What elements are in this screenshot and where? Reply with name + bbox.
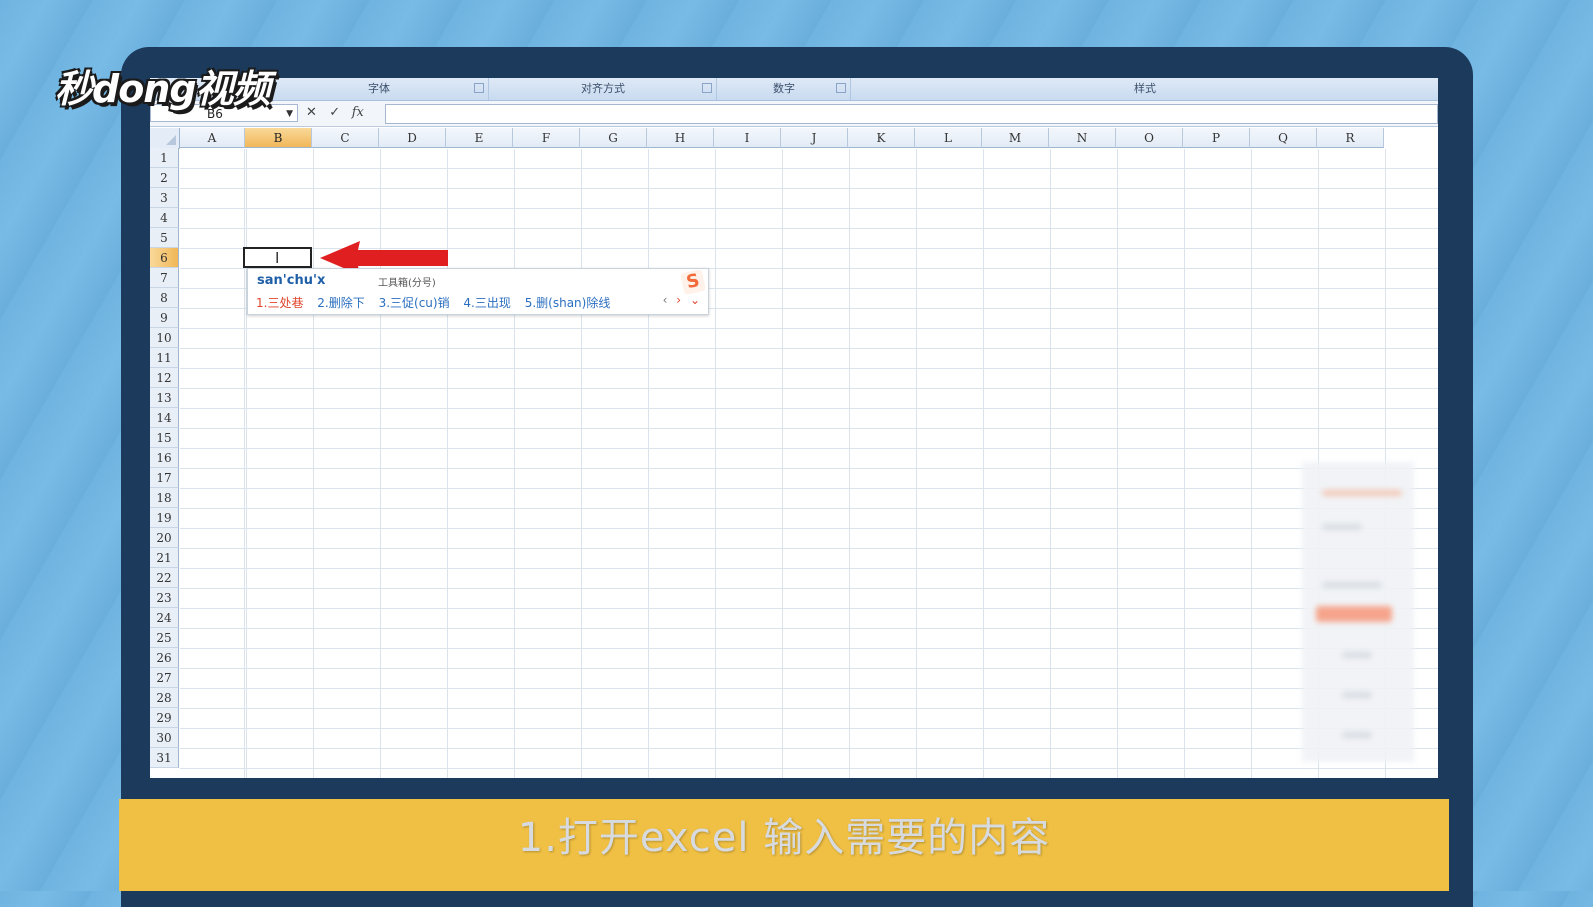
ribbon-group-label: 样式 (1134, 82, 1156, 95)
ime-composition: san'chu'x (257, 273, 326, 288)
row-header-9[interactable]: 9 (150, 308, 179, 328)
chevron-down-icon[interactable]: ▼ (286, 105, 293, 123)
column-header-f[interactable]: F (513, 128, 580, 148)
cancel-icon[interactable]: ✕ (302, 104, 321, 122)
ime-toolbox-link[interactable]: 工具箱(分号) (378, 274, 436, 289)
row-header-1[interactable]: 1 (150, 148, 179, 168)
dialog-launcher-icon[interactable] (702, 83, 712, 93)
row-header-10[interactable]: 10 (150, 328, 179, 348)
row-header-12[interactable]: 12 (150, 368, 179, 388)
chevron-right-icon[interactable]: › (676, 293, 681, 307)
ribbon-group-label: 数字 (773, 82, 795, 95)
ime-candidate-list: 1.三处巷 2.删除下 3.三促(cu)销 4.三出现 5.删(shan)除线 (256, 294, 620, 311)
formula-bar: B6 ▼ ✕ ✓ fx (150, 101, 1438, 127)
row-header-29[interactable]: 29 (150, 708, 179, 728)
check-icon[interactable]: ✓ (325, 104, 344, 122)
row-header-11[interactable]: 11 (150, 348, 179, 368)
row-header-13[interactable]: 13 (150, 388, 179, 408)
row-header-30[interactable]: 30 (150, 728, 179, 748)
column-header-r[interactable]: R (1317, 128, 1384, 148)
text-cursor-icon: I (275, 249, 280, 267)
column-header-g[interactable]: G (580, 128, 647, 148)
row-header-16[interactable]: 16 (150, 448, 179, 468)
blurred-side-panel (1302, 462, 1414, 762)
dialog-launcher-icon[interactable] (836, 83, 846, 93)
ime-candidate[interactable]: 5.删(shan)除线 (525, 294, 611, 311)
row-header-2[interactable]: 2 (150, 168, 179, 188)
row-header-6[interactable]: 6 (150, 248, 179, 268)
caption-text: 1.打开excel 输入需要的内容 (517, 815, 1051, 861)
excel-window: 字体 对齐方式 数字 样式 B6 ▼ ✕ ✓ fx ABCDEFGHIJKLMN… (150, 78, 1438, 778)
row-header-20[interactable]: 20 (150, 528, 179, 548)
ribbon-group-number[interactable]: 数字 (718, 78, 851, 100)
column-a-cells[interactable] (180, 149, 245, 778)
ribbon-group-font[interactable]: 字体 (270, 78, 489, 100)
row-header-5[interactable]: 5 (150, 228, 179, 248)
row-header-22[interactable]: 22 (150, 568, 179, 588)
column-header-h[interactable]: H (647, 128, 714, 148)
row-header-18[interactable]: 18 (150, 488, 179, 508)
ribbon-group-label: 字体 (368, 82, 390, 95)
column-header-c[interactable]: C (312, 128, 379, 148)
watermark-logo: 秒dong视频 (55, 67, 271, 111)
ime-candidate-window: san'chu'x 工具箱(分号) S 1.三处巷 2.删除下 3.三促(cu)… (247, 268, 709, 315)
row-header-24[interactable]: 24 (150, 608, 179, 628)
column-header-d[interactable]: D (379, 128, 446, 148)
row-header-4[interactable]: 4 (150, 208, 179, 228)
worksheet-grid: ABCDEFGHIJKLMNOPQR 1 2 3 4 5 6 7 8 9 10 11 12 13 14 15… (150, 128, 1438, 778)
column-header-j[interactable]: J (781, 128, 848, 148)
ribbon-group-bar: 字体 对齐方式 数字 样式 (150, 78, 1438, 101)
ribbon-group-alignment[interactable]: 对齐方式 (490, 78, 717, 100)
column-header-i[interactable]: I (714, 128, 781, 148)
row-header-25[interactable]: 25 (150, 628, 179, 648)
insert-function-icon[interactable]: fx (348, 104, 367, 122)
chevron-left-icon[interactable]: ‹ (663, 293, 668, 307)
row-header-31[interactable]: 31 (150, 748, 179, 768)
column-header-e[interactable]: E (446, 128, 513, 148)
row-header-14[interactable]: 14 (150, 408, 179, 428)
dialog-launcher-icon[interactable] (474, 83, 484, 93)
row-header-26[interactable]: 26 (150, 648, 179, 668)
caption-bar: 1.打开excel 输入需要的内容 (119, 799, 1449, 891)
chevron-down-icon[interactable]: ⌄ (690, 293, 700, 307)
row-header-28[interactable]: 28 (150, 688, 179, 708)
row-header-21[interactable]: 21 (150, 548, 179, 568)
column-header-n[interactable]: N (1049, 128, 1116, 148)
column-header-q[interactable]: Q (1250, 128, 1317, 148)
active-cell-b6[interactable]: I (243, 247, 312, 268)
ime-page-nav: ‹ › ⌄ (658, 293, 700, 307)
row-header-17[interactable]: 17 (150, 468, 179, 488)
row-header-7[interactable]: 7 (150, 268, 179, 288)
row-header-8[interactable]: 8 (150, 288, 179, 308)
column-header-k[interactable]: K (848, 128, 915, 148)
column-header-m[interactable]: M (982, 128, 1049, 148)
column-header-l[interactable]: L (915, 128, 982, 148)
column-header-o[interactable]: O (1116, 128, 1183, 148)
select-all-button[interactable] (150, 128, 180, 149)
row-header-23[interactable]: 23 (150, 588, 179, 608)
row-header-3[interactable]: 3 (150, 188, 179, 208)
ime-candidate[interactable]: 4.三出现 (463, 294, 510, 311)
column-header-a[interactable]: A (180, 128, 245, 148)
sogou-logo-icon: S (679, 268, 707, 296)
row-header-15[interactable]: 15 (150, 428, 179, 448)
ribbon-group-styles[interactable]: 样式 (852, 78, 1438, 100)
row-header-19[interactable]: 19 (150, 508, 179, 528)
ime-candidate[interactable]: 2.删除下 (317, 294, 364, 311)
row-header-27[interactable]: 27 (150, 668, 179, 688)
column-header-p[interactable]: P (1183, 128, 1250, 148)
ime-candidate[interactable]: 3.三促(cu)销 (379, 294, 450, 311)
formula-buttons: ✕ ✓ fx (302, 104, 382, 122)
column-header-b[interactable]: B (245, 128, 312, 148)
ribbon-group-label: 对齐方式 (581, 82, 625, 95)
ime-candidate[interactable]: 1.三处巷 (256, 294, 303, 311)
formula-input[interactable] (385, 104, 1438, 124)
